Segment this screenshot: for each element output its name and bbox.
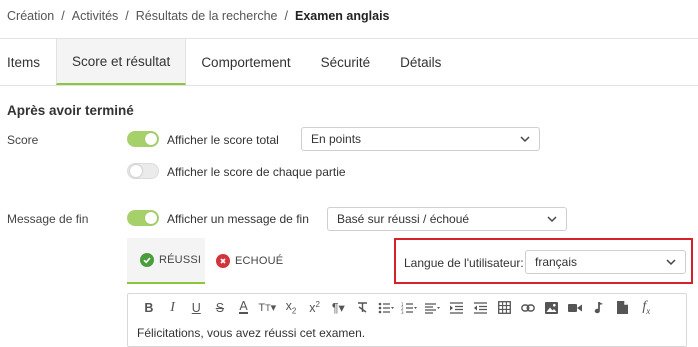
chevron-down-icon [520,136,530,143]
breadcrumb-link-creation[interactable]: Création [7,9,54,23]
file-icon[interactable] [611,298,635,318]
audio-icon[interactable] [587,298,611,318]
show-part-score-toggle[interactable] [127,163,159,179]
show-total-score-label: Afficher le score total [167,133,279,147]
breadcrumb-current: Examen anglais [295,9,390,23]
section-title: Après avoir terminé [7,103,134,118]
tab-items[interactable]: Items [0,39,56,85]
language-value: français [535,255,578,269]
numbered-list-icon[interactable]: 123 [398,298,422,318]
strikethrough-icon[interactable]: S [208,298,232,318]
toggle-knob [145,212,157,224]
language-label: Langue de l'utilisateur: [404,256,524,270]
end-message-type-value: Basé sur réussi / échoué [337,212,470,226]
paragraph-format-icon[interactable]: ¶▾ [327,298,351,318]
message-tabs: RÉUSSI ECHOUÉ [127,238,389,284]
toggle-knob [130,165,142,177]
table-icon[interactable] [492,298,516,318]
superscript-icon[interactable]: x2 [303,298,327,318]
show-part-score-label: Afficher le score de chaque partie [167,165,346,179]
breadcrumb-separator: / [61,9,65,23]
toggle-knob [145,133,157,145]
breadcrumb: Création / Activités / Résultats de la r… [7,8,390,24]
font-size-icon[interactable]: TT▾ [255,298,279,318]
tab-echoue[interactable]: ECHOUÉ [216,238,296,284]
language-select[interactable]: français [525,250,686,274]
link-icon[interactable] [516,298,540,318]
font-color-icon[interactable]: A [232,298,256,318]
show-total-score-toggle[interactable] [127,131,159,147]
breadcrumb-separator: / [125,9,129,23]
show-end-message-label: Afficher un message de fin [167,212,309,226]
tab-details[interactable]: Détails [385,39,456,85]
tab-reussi-label: RÉUSSI [159,254,202,266]
formula-icon[interactable]: fx [634,298,658,318]
image-icon[interactable] [540,298,564,318]
score-format-select[interactable]: En points [301,127,540,151]
score-label: Score [7,133,39,147]
close-circle-icon [216,254,230,268]
tab-comportement[interactable]: Comportement [186,39,305,85]
video-icon[interactable] [563,298,587,318]
outdent-icon[interactable] [469,298,493,318]
end-message-label: Message de fin [7,212,89,226]
tabs-divider [0,85,698,86]
tab-reussi[interactable]: RÉUSSI [127,238,205,284]
score-format-value: En points [311,132,362,146]
tab-echoue-label: ECHOUÉ [235,255,284,267]
subscript-icon[interactable]: x2 [279,298,303,318]
tab-securite[interactable]: Sécurité [306,39,386,85]
chevron-down-icon [666,259,676,266]
check-circle-icon [140,253,154,267]
tab-bar: Items Score et résultat Comportement Séc… [0,39,456,85]
editor-content[interactable]: Félicitations, vous avez réussi cet exam… [137,326,365,340]
editor-toolbar: B I U S A TT▾ x2 x2 ¶▾ 123 fx [128,294,686,321]
indent-icon[interactable] [445,298,469,318]
italic-icon[interactable]: I [161,298,185,318]
chevron-down-icon [547,216,557,223]
breadcrumb-link-resultats[interactable]: Résultats de la recherche [136,9,278,23]
bold-icon[interactable]: B [137,298,161,318]
breadcrumb-link-activites[interactable]: Activités [72,9,119,23]
underline-icon[interactable]: U [184,298,208,318]
breadcrumb-separator: / [284,9,288,23]
clear-format-icon[interactable] [350,298,374,318]
svg-text:3: 3 [401,310,404,314]
end-message-type-select[interactable]: Basé sur réussi / échoué [327,207,567,231]
bulleted-list-icon[interactable] [374,298,398,318]
tab-score-et-resultat[interactable]: Score et résultat [56,39,187,85]
align-icon[interactable] [421,298,445,318]
show-end-message-toggle[interactable] [127,210,159,226]
message-editor: B I U S A TT▾ x2 x2 ¶▾ 123 fx Félicitati… [127,293,687,347]
